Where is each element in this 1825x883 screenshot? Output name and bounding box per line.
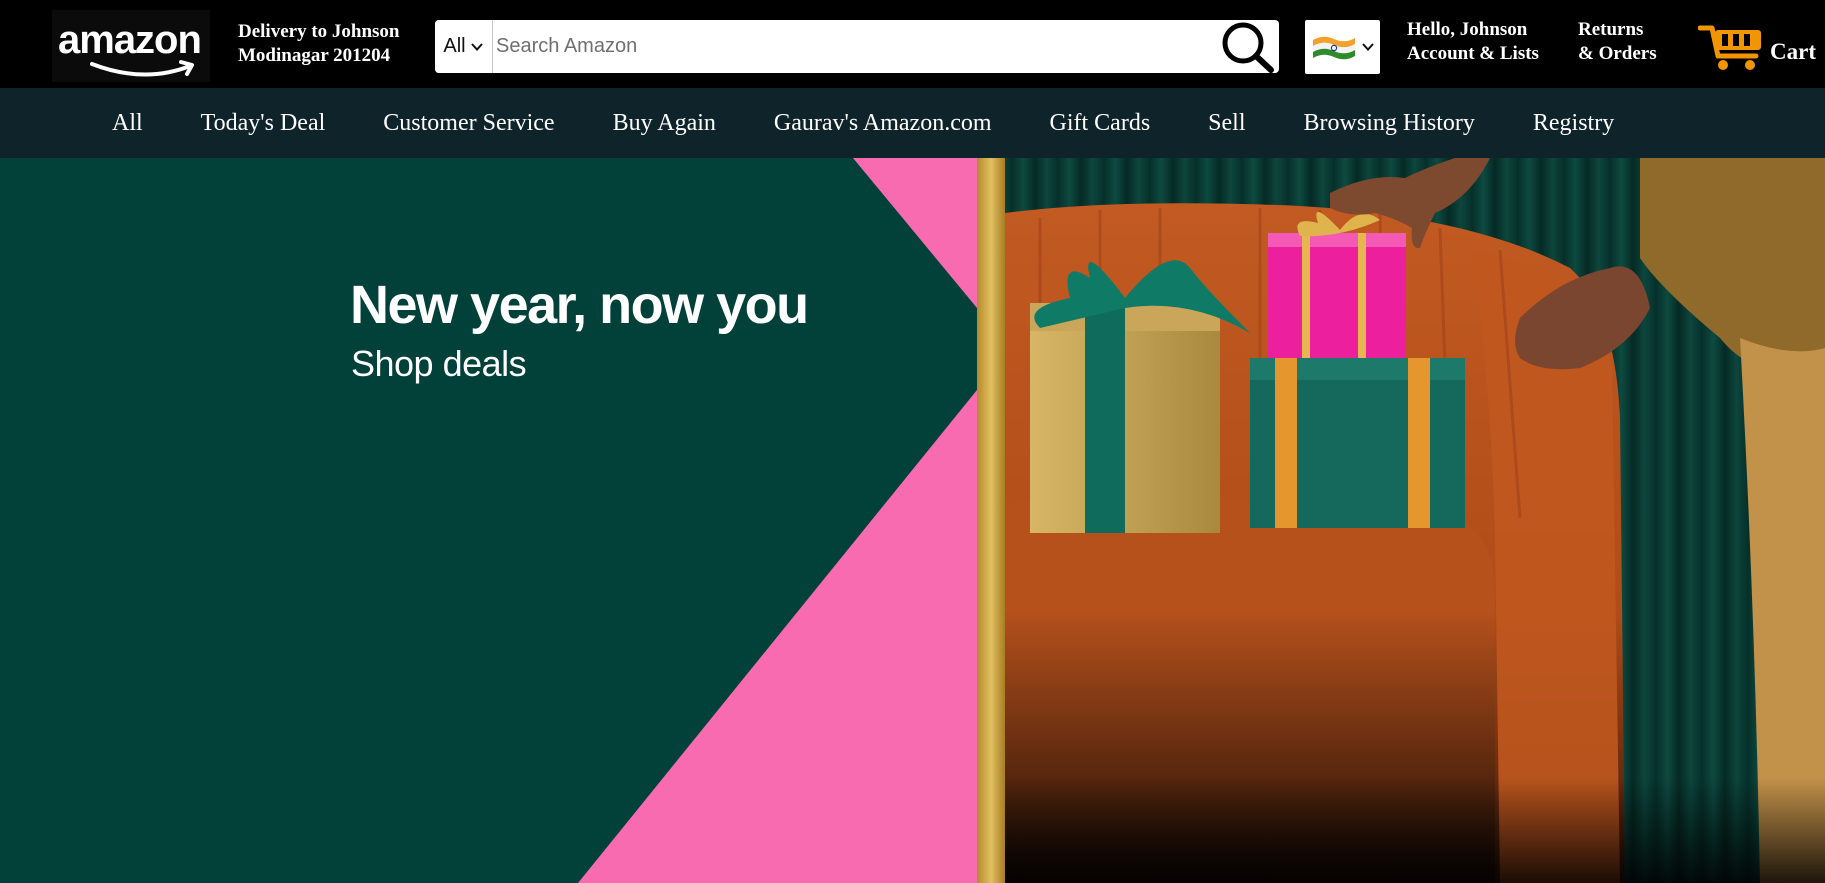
floor-shadow <box>1005 778 1825 883</box>
chevron-down-icon <box>1361 43 1374 51</box>
cart-icon <box>1698 25 1761 70</box>
smile-arrow-icon <box>90 60 194 77</box>
nav-list: All Today's Deal Customer Service Buy Ag… <box>112 88 1614 158</box>
search-input[interactable] <box>494 20 1194 73</box>
chevron-down-icon <box>470 42 483 51</box>
nav-item-todays-deal[interactable]: Today's Deal <box>201 110 326 137</box>
delivery-location[interactable]: Delivery to Johnson Modinagar 201204 <box>238 20 400 68</box>
hero-title: New year, now you <box>350 275 809 335</box>
search-bar: All <box>435 20 1278 73</box>
hero-artwork <box>0 158 1825 883</box>
logo-wordmark: amazon <box>58 18 202 62</box>
search-category-label: All <box>443 35 466 57</box>
returns-label: Returns <box>1578 19 1644 40</box>
hero-subtitle[interactable]: Shop deals <box>351 346 527 382</box>
delivery-line2: Modinagar 201204 <box>238 45 391 66</box>
returns-orders[interactable]: Returns & Orders <box>1578 18 1657 66</box>
orders-label: & Orders <box>1578 43 1657 64</box>
nav-item-all[interactable]: All <box>112 110 143 137</box>
nav-item-registry[interactable]: Registry <box>1533 110 1614 137</box>
nav-item-browsing-history[interactable]: Browsing History <box>1304 110 1475 137</box>
search-category-select[interactable]: All <box>435 20 493 73</box>
account-lists[interactable]: Hello, Johnson Account & Lists <box>1407 18 1539 66</box>
nav-item-gauravs-amazon[interactable]: Gaurav's Amazon.com <box>774 110 992 137</box>
india-flag-icon <box>1312 36 1355 60</box>
nav-item-customer-service[interactable]: Customer Service <box>383 110 554 137</box>
account-lists-label: Account & Lists <box>1407 43 1539 64</box>
hero-banner[interactable]: New year, now you Shop deals <box>0 158 1825 883</box>
gift-box-pink <box>1268 233 1406 358</box>
nav-item-gift-cards[interactable]: Gift Cards <box>1050 110 1151 137</box>
country-selector[interactable] <box>1305 20 1380 74</box>
search-button[interactable] <box>1217 20 1279 73</box>
search-icon <box>1222 22 1274 73</box>
amazon-logo[interactable]: amazon <box>52 10 210 82</box>
delivery-line1: Delivery to Johnson <box>238 21 400 42</box>
nav-bar: All Today's Deal Customer Service Buy Ag… <box>0 88 1825 158</box>
nav-item-buy-again[interactable]: Buy Again <box>613 110 716 137</box>
account-greeting: Hello, Johnson <box>1407 19 1528 40</box>
cart-button[interactable]: Cart <box>1698 22 1823 72</box>
top-header: amazon Delivery to Johnson Modinagar 201… <box>0 0 1825 88</box>
nav-item-sell[interactable]: Sell <box>1208 110 1245 137</box>
cart-label: Cart <box>1770 39 1816 64</box>
gold-glitter-strip <box>977 158 1005 883</box>
